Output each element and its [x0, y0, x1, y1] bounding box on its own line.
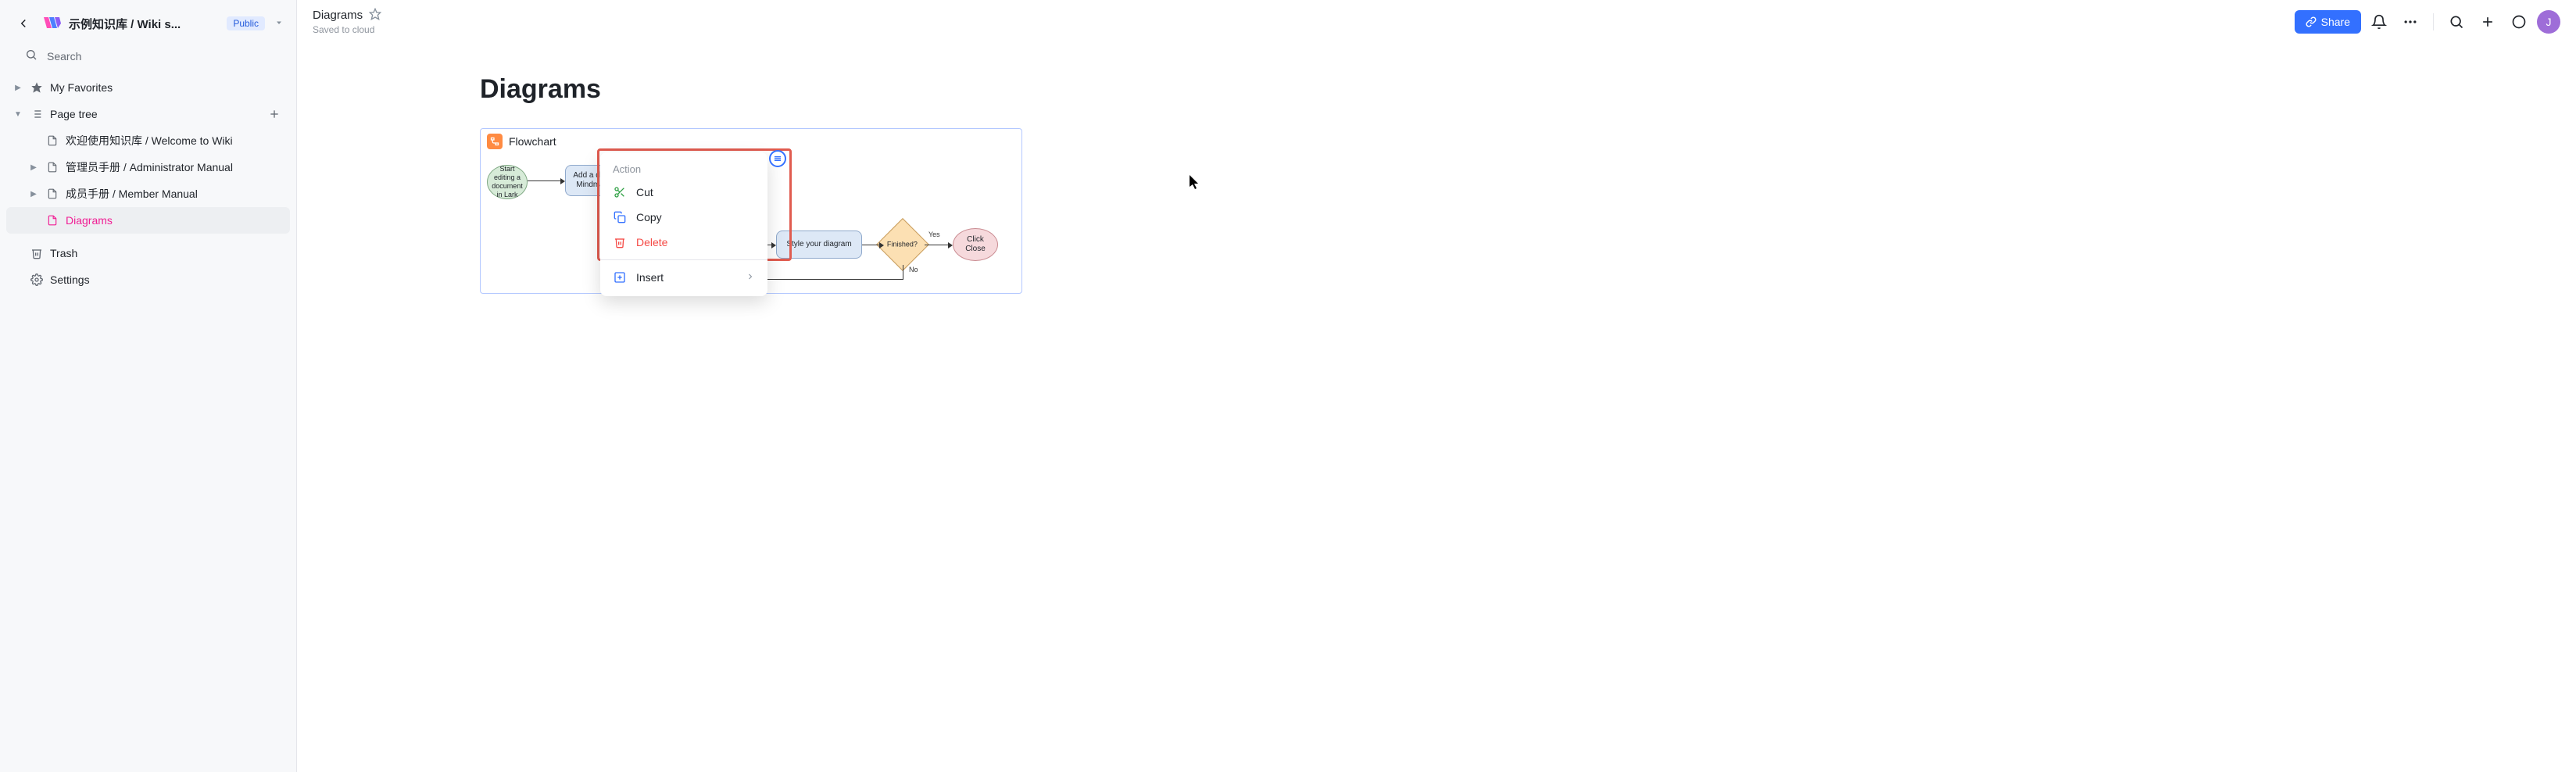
document-icon — [45, 135, 59, 146]
menu-item-insert[interactable]: Insert — [600, 265, 767, 290]
gear-icon — [30, 273, 44, 286]
page-tree-row[interactable]: ▼ Page tree — [6, 101, 290, 127]
search-row[interactable]: Search — [0, 41, 296, 71]
notifications-button[interactable] — [2366, 9, 2392, 35]
flowchart-edge — [528, 180, 562, 181]
favorite-star-button[interactable] — [369, 8, 381, 23]
share-label: Share — [2321, 16, 2350, 28]
sidebar-item-diagrams[interactable]: ▶ Diagrams — [6, 207, 290, 234]
help-button[interactable] — [2506, 9, 2532, 35]
document-icon — [45, 215, 59, 226]
trash-label: Trash — [50, 247, 284, 259]
doc-title-small[interactable]: Diagrams — [313, 9, 363, 22]
favorites-label: My Favorites — [50, 81, 284, 94]
page-tree-label: Page tree — [50, 108, 259, 120]
sidebar-header: 示例知识库 / Wiki s... Public — [0, 6, 296, 41]
menu-label: Copy — [636, 211, 662, 223]
edge-label-yes: Yes — [928, 231, 940, 238]
insert-icon — [613, 271, 627, 284]
menu-label: Delete — [636, 236, 667, 248]
favorites-row[interactable]: ▶ My Favorites — [6, 74, 290, 101]
document-icon — [45, 162, 59, 173]
sidebar-item-label: 欢迎使用知识库 / Welcome to Wiki — [66, 133, 284, 148]
sidebar-item-label: 成员手册 / Member Manual — [66, 186, 284, 202]
diagram-title: Flowchart — [509, 135, 556, 148]
caret-icon: ▶ — [13, 84, 23, 92]
add-page-button[interactable] — [265, 105, 284, 123]
wiki-logo-icon — [42, 14, 61, 33]
divider — [2433, 13, 2434, 30]
back-button[interactable] — [13, 13, 34, 34]
search-icon — [25, 48, 38, 63]
menu-label: Cut — [636, 186, 653, 198]
trash-icon — [30, 247, 44, 259]
page-title[interactable]: Diagrams — [480, 74, 2576, 105]
caret-down-icon: ▼ — [13, 110, 23, 119]
edge-label-no: No — [909, 266, 918, 273]
saved-status: Saved to cloud — [313, 24, 2287, 35]
context-menu: Action Cut Copy Delete Insert — [600, 152, 767, 296]
flowchart-node-decision[interactable]: Finished? — [876, 218, 929, 271]
menu-separator — [600, 259, 767, 260]
sidebar-bottom: Trash Settings — [0, 237, 296, 296]
wiki-dropdown-caret-icon[interactable] — [274, 17, 284, 30]
sidebar: 示例知识库 / Wiki s... Public Search ▶ My Fav… — [0, 0, 297, 772]
copy-icon — [613, 211, 627, 223]
caret-icon[interactable]: ▶ — [28, 163, 39, 172]
trash-icon — [613, 236, 627, 248]
public-badge: Public — [227, 16, 265, 30]
search-label: Search — [47, 50, 81, 63]
settings-row[interactable]: Settings — [6, 266, 290, 293]
topbar: Diagrams Saved to cloud Share J — [297, 0, 2576, 43]
settings-label: Settings — [50, 273, 284, 286]
user-avatar[interactable]: J — [2537, 10, 2560, 34]
flowchart-node-close[interactable]: Click Close — [953, 228, 998, 261]
flowchart-node-start[interactable]: Start editing a document in Lark — [487, 165, 528, 199]
search-button[interactable] — [2443, 9, 2470, 35]
sidebar-item-admin[interactable]: ▶ 管理员手册 / Administrator Manual — [6, 154, 290, 180]
trash-row[interactable]: Trash — [6, 240, 290, 266]
caret-icon[interactable]: ▶ — [28, 190, 39, 198]
star-icon — [30, 81, 44, 94]
chevron-right-icon — [746, 271, 755, 284]
main: Diagrams Saved to cloud Share J D — [297, 0, 2576, 772]
block-drag-handle[interactable] — [769, 150, 786, 167]
wiki-title[interactable]: 示例知识库 / Wiki s... — [69, 16, 219, 32]
context-menu-header: Action — [600, 159, 767, 180]
create-button[interactable] — [2474, 9, 2501, 35]
sidebar-item-member[interactable]: ▶ 成员手册 / Member Manual — [6, 180, 290, 207]
sidebar-item-label: Diagrams — [66, 214, 284, 227]
flowchart-icon — [487, 134, 503, 149]
menu-item-delete[interactable]: Delete — [600, 230, 767, 255]
menu-item-cut[interactable]: Cut — [600, 180, 767, 205]
document-icon — [45, 188, 59, 199]
menu-item-copy[interactable]: Copy — [600, 205, 767, 230]
sidebar-item-label: 管理员手册 / Administrator Manual — [66, 159, 284, 175]
page-tree: ▶ My Favorites ▼ Page tree ▶ 欢迎使用知识库 / W… — [0, 71, 296, 237]
share-button[interactable]: Share — [2295, 10, 2361, 34]
more-button[interactable] — [2397, 9, 2424, 35]
menu-label: Insert — [636, 271, 664, 284]
sidebar-item-welcome[interactable]: ▶ 欢迎使用知识库 / Welcome to Wiki — [6, 127, 290, 154]
scissors-icon — [613, 186, 627, 198]
flowchart-node-style[interactable]: Style your diagram — [776, 231, 862, 259]
tree-icon — [30, 108, 44, 120]
